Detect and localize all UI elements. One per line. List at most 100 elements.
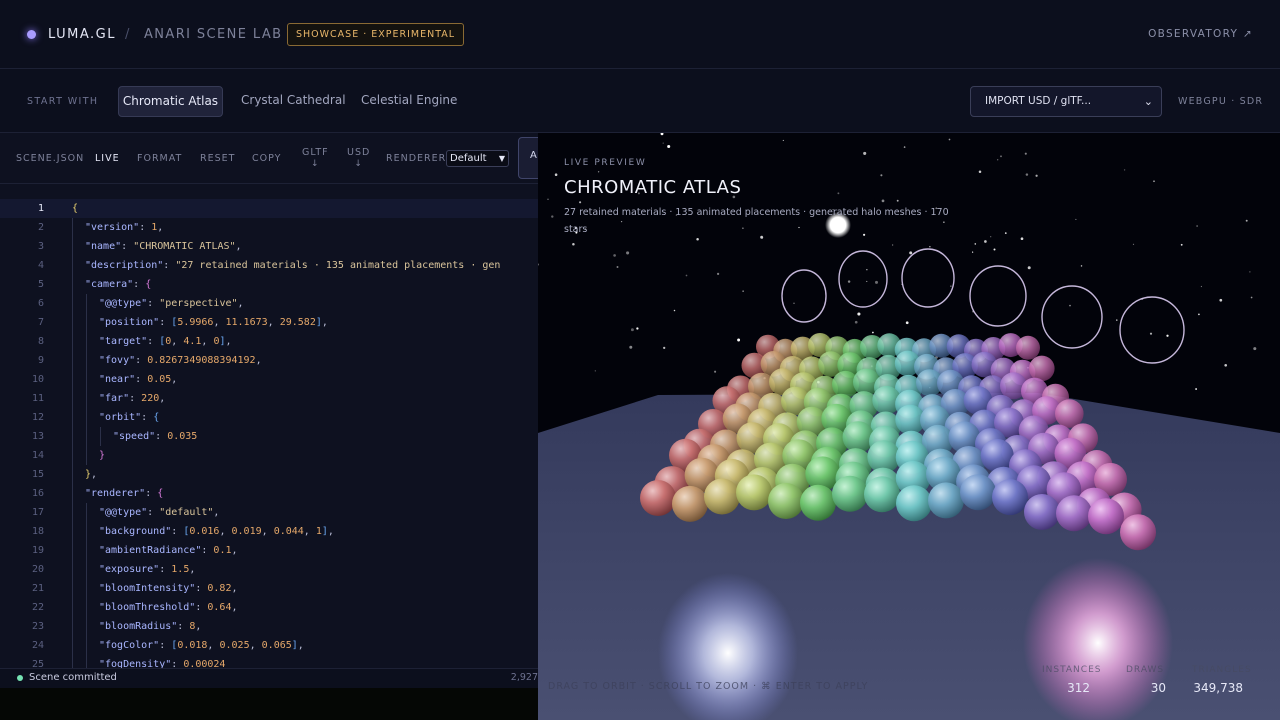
preset-chromatic-atlas[interactable]: Chromatic Atlas xyxy=(118,86,223,117)
code-line[interactable]: 5 "camera": { xyxy=(0,275,538,294)
code-line[interactable]: 7 "position": [5.9966, 11.1673, 29.582], xyxy=(0,313,538,332)
line-number: 7 xyxy=(37,317,44,328)
indent-guide xyxy=(72,598,73,617)
line-number: 25 xyxy=(31,659,44,668)
star xyxy=(896,199,899,202)
scene-json-tab[interactable]: SCENE.JSON xyxy=(16,153,84,164)
observatory-link[interactable]: OBSERVATORY ↗ xyxy=(1148,28,1253,40)
code-line[interactable]: 6 "@@type": "perspective", xyxy=(0,294,538,313)
status-ok-icon xyxy=(17,675,23,681)
code-line[interactable]: 11 "far": 220, xyxy=(0,389,538,408)
code-line[interactable]: 12 "orbit": { xyxy=(0,408,538,427)
star xyxy=(1224,363,1228,367)
brand-logo[interactable]: LUMA.GL xyxy=(48,27,116,42)
format-button[interactable]: FORMAT xyxy=(137,153,182,164)
code-text: "target": [0, 4.1, 0], xyxy=(99,336,232,347)
code-line[interactable]: 20 "exposure": 1.5, xyxy=(0,560,538,579)
code-line[interactable]: 9 "fovy": 0.8267349088394192, xyxy=(0,351,538,370)
preset-crystal-cathedral[interactable]: Crystal Cathedral xyxy=(241,86,346,117)
export-usd-button[interactable]: USD ↓ xyxy=(347,147,370,169)
code-editor[interactable]: 1{2 "version": 1, 3 "name": "CHROMATIC ATLA… xyxy=(0,199,538,668)
sphere xyxy=(992,479,1028,516)
sphere xyxy=(1029,355,1055,382)
star xyxy=(1069,304,1071,307)
code-text: "position": [5.9966, 11.1673, 29.582], xyxy=(99,317,328,328)
code-line[interactable]: 22 "bloomThreshold": 0.64, xyxy=(0,598,538,617)
code-line[interactable]: 2 "version": 1, xyxy=(0,218,538,237)
line-number: 24 xyxy=(31,640,44,651)
indent-guide xyxy=(72,541,73,560)
line-number: 4 xyxy=(37,260,44,271)
code-line[interactable]: 8 "target": [0, 4.1, 0], xyxy=(0,332,538,351)
live-toggle[interactable]: LIVE xyxy=(95,153,120,164)
line-number: 23 xyxy=(31,621,44,632)
line-number: 17 xyxy=(31,507,44,518)
star xyxy=(1132,243,1135,245)
code-line[interactable]: 19 "ambientRadiance": 0.1, xyxy=(0,541,538,560)
code-line[interactable]: 10 "near": 0.05, xyxy=(0,370,538,389)
copy-button[interactable]: COPY xyxy=(252,153,281,164)
star xyxy=(863,151,867,155)
live-preview[interactable]: LIVE PREVIEW CHROMATIC ATLAS 27 retained… xyxy=(538,133,1280,720)
indent-guide xyxy=(72,408,73,427)
code-text: "name": "CHROMATIC ATLAS", xyxy=(85,241,242,252)
code-line[interactable]: 3 "name": "CHROMATIC ATLAS", xyxy=(0,237,538,256)
anari-apply-button[interactable]: A xyxy=(518,137,538,179)
star xyxy=(613,254,616,257)
code-line[interactable]: 4 "description": "27 retained materials ·… xyxy=(0,256,538,275)
code-line[interactable]: 16 "renderer": { xyxy=(0,484,538,503)
code-line[interactable]: 15}, xyxy=(0,465,538,484)
code-line[interactable]: 23 "bloomRadius": 8, xyxy=(0,617,538,636)
star xyxy=(716,272,720,276)
export-gltf-button[interactable]: GLTF ↓ xyxy=(302,147,329,169)
indent-guide xyxy=(86,522,87,541)
code-line[interactable]: 21 "bloomIntensity": 0.82, xyxy=(0,579,538,598)
code-line[interactable]: 25 "fogDensity": 0.00024 xyxy=(0,655,538,668)
star xyxy=(1149,332,1153,335)
star xyxy=(837,192,840,195)
render-stats: INSTANCES DRAWS TRIANGLES 312 30 349,738 xyxy=(1018,659,1268,719)
preset-bar: START WITH Chromatic Atlas Crystal Cathe… xyxy=(0,69,1280,133)
line-number: 11 xyxy=(31,393,44,404)
line-number: 19 xyxy=(31,545,44,556)
reset-button[interactable]: RESET xyxy=(200,153,235,164)
star xyxy=(1020,237,1024,241)
indent-guide xyxy=(86,427,87,446)
import-select[interactable]: IMPORT USD / glTF... ⌄ xyxy=(970,86,1162,117)
status-bar: Scene committed 2,927 xyxy=(0,668,538,688)
star xyxy=(1198,313,1200,316)
indent-guide xyxy=(72,560,73,579)
brand-dot-icon xyxy=(27,30,36,39)
sphere xyxy=(672,485,708,522)
star xyxy=(1200,285,1202,288)
star xyxy=(616,266,619,268)
code-line[interactable]: 17 "@@type": "default", xyxy=(0,503,538,522)
indent-guide xyxy=(72,256,73,275)
code-line[interactable]: 18 "background": [0.016, 0.019, 0.044, 1]… xyxy=(0,522,538,541)
code-line[interactable]: 24 "fogColor": [0.018, 0.025, 0.065], xyxy=(0,636,538,655)
star xyxy=(685,274,688,277)
star xyxy=(950,285,952,287)
line-number: 22 xyxy=(31,602,44,613)
code-line[interactable]: 14} xyxy=(0,446,538,465)
chevron-down-icon: ▼ xyxy=(498,154,505,163)
status-text: Scene committed xyxy=(29,672,117,683)
code-line[interactable]: 13 "speed": 0.035 xyxy=(0,427,538,446)
renderer-select[interactable]: Default ▼ xyxy=(446,150,509,167)
line-number: 15 xyxy=(31,469,44,480)
indent-guide xyxy=(72,313,73,332)
indent-guide xyxy=(72,275,73,294)
code-line[interactable]: 1{ xyxy=(0,199,538,218)
preset-celestial-engine[interactable]: Celestial Engine xyxy=(361,86,457,117)
star xyxy=(854,320,858,324)
star xyxy=(572,243,575,246)
line-number: 12 xyxy=(31,412,44,423)
indent-guide xyxy=(86,560,87,579)
indent-guide xyxy=(86,332,87,351)
line-number: 18 xyxy=(31,526,44,537)
chevron-down-icon: ⌄ xyxy=(1143,95,1153,108)
code-text: "orbit": { xyxy=(99,412,160,423)
star xyxy=(1004,232,1007,234)
indent-guide xyxy=(86,617,87,636)
sphere xyxy=(768,483,804,519)
